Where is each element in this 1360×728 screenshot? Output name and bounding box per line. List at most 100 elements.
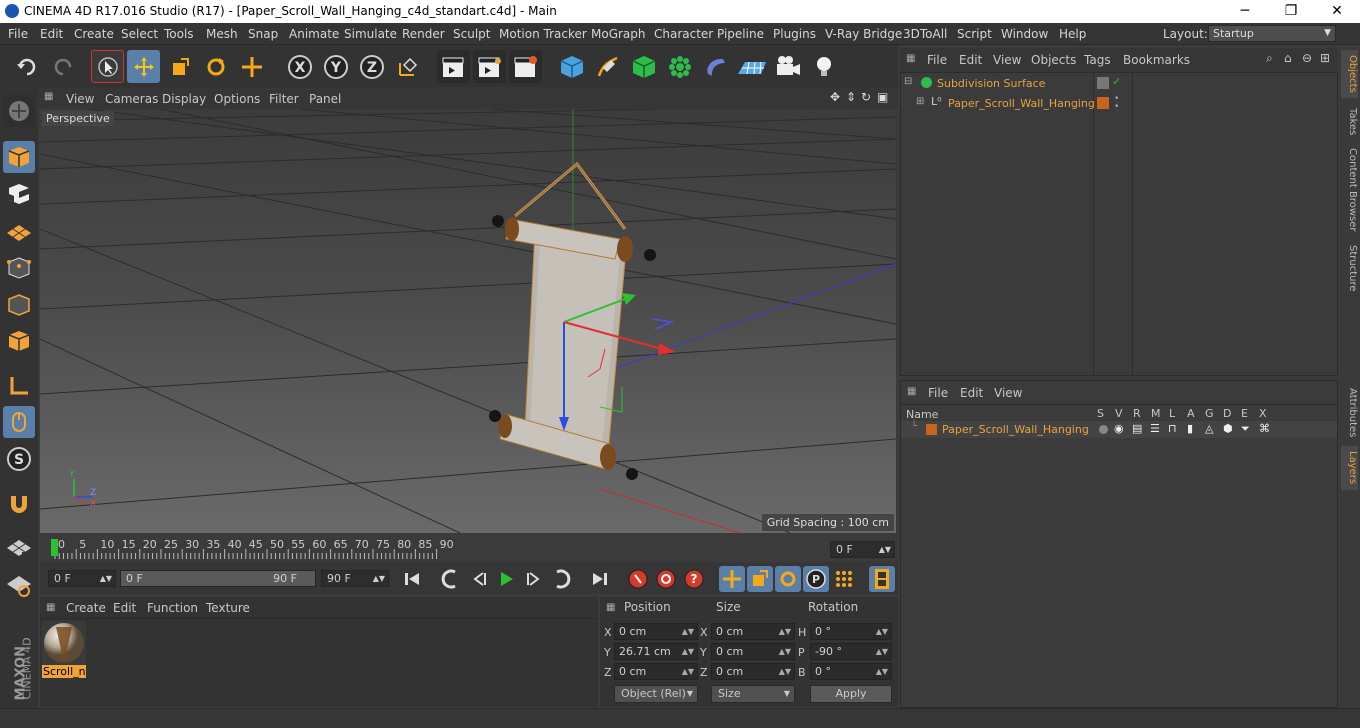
timeline-ruler[interactable]: 0 5 10 15 20 25 30 35 40 45 50 55 60 65 70 75 80 85 90 0 F… [40, 535, 896, 560]
floor-button[interactable] [735, 50, 768, 83]
render-view-button[interactable] [437, 50, 470, 83]
axis-mode-button[interactable] [3, 370, 35, 402]
rotate-tool-button[interactable] [199, 50, 232, 83]
layer-color-swatch[interactable] [926, 424, 937, 435]
record-active-objects-button[interactable] [625, 566, 651, 592]
rotation-h-field[interactable]: 0 ° ▲▼ [810, 623, 892, 640]
viewport-menu-display[interactable]: Display [162, 92, 206, 106]
solo-toggle-icon[interactable] [1099, 425, 1108, 434]
layer-name[interactable]: Paper_Scroll_Wall_Hanging [942, 423, 1089, 436]
layer-col-xref[interactable]: X [1259, 407, 1267, 420]
previous-frame-button[interactable] [466, 566, 492, 592]
size-z-field[interactable]: 0 cm ▲▼ [711, 663, 795, 680]
tab-attributes[interactable]: Attributes [1341, 384, 1358, 442]
tab-objects[interactable]: Objects [1341, 50, 1358, 98]
menu-animate[interactable]: Animate [289, 27, 339, 41]
current-frame-field[interactable]: 0 F ▲▼ [830, 541, 895, 558]
object-row-subdivision[interactable]: ⊟ Subdivision Surface ✓ [901, 74, 1338, 93]
manager-list-icon[interactable]: ☰ [1150, 422, 1160, 435]
home-icon[interactable]: ⌂ [1284, 51, 1292, 65]
layers-menu-file[interactable]: File [928, 386, 948, 400]
layer-col-locked[interactable]: L [1169, 407, 1175, 420]
menu-select[interactable]: Select [121, 27, 158, 41]
close-button[interactable]: ✕ [1314, 0, 1360, 23]
coordinate-mode-dropdown[interactable]: Object (Rel) ▼ [614, 685, 698, 703]
undo-button[interactable] [10, 50, 43, 83]
frame-range-slider[interactable]: 0 F 90 F [120, 570, 316, 587]
x-axis-lock-button[interactable]: X [283, 50, 316, 83]
menu-create[interactable]: Create [74, 27, 114, 41]
lock-icon[interactable]: ⊓ [1168, 422, 1177, 435]
rotation-p-field[interactable]: -90 ° ▲▼ [810, 643, 892, 660]
xref-icon[interactable]: ⌘ [1259, 422, 1270, 435]
next-key-button[interactable] [549, 566, 575, 592]
position-y-field[interactable]: 26.71 cm ▲▼ [614, 643, 698, 660]
cube-primitive-button[interactable] [555, 50, 588, 83]
material-menu-edit[interactable]: Edit [113, 601, 136, 615]
y-axis-lock-button[interactable]: Y [319, 50, 352, 83]
size-y-field[interactable]: 0 cm ▲▼ [711, 643, 795, 660]
menu-mograph[interactable]: MoGraph [591, 27, 646, 41]
layer-col-animation[interactable]: A [1187, 407, 1195, 420]
rotation-b-field[interactable]: 0 ° ▲▼ [810, 663, 892, 680]
menu-pipeline[interactable]: Pipeline [717, 27, 764, 41]
objects-menu-bookmarks[interactable]: Bookmarks [1123, 53, 1190, 67]
menu-mesh[interactable]: Mesh [206, 27, 238, 41]
pen-spline-button[interactable] [591, 50, 624, 83]
position-x-field[interactable]: 0 cm ▲▼ [614, 623, 698, 640]
eye-icon[interactable]: ◉ [1114, 422, 1124, 435]
polygons-mode-button[interactable] [3, 325, 35, 357]
viewport-pan-icon[interactable]: ✥ [830, 90, 840, 104]
layer-toggle-icon[interactable] [1097, 77, 1109, 89]
viewport-maximize-icon[interactable]: ▣ [877, 90, 888, 104]
coordinate-system-button[interactable] [391, 50, 424, 83]
layers-menu-edit[interactable]: Edit [960, 386, 983, 400]
tab-content-browser[interactable]: Content Browser [1341, 146, 1358, 234]
enabled-check-icon[interactable]: ✓ [1112, 75, 1121, 88]
position-z-field[interactable]: 0 cm ▲▼ [614, 663, 698, 680]
start-frame-field[interactable]: 0 F ▲▼ [48, 570, 116, 587]
layer-col-manager[interactable]: M [1151, 407, 1161, 420]
subdivision-surface-button[interactable] [627, 50, 660, 83]
apply-button[interactable]: Apply [810, 685, 892, 703]
object-name-scroll[interactable]: Paper_Scroll_Wall_Hanging [948, 97, 1095, 110]
viewport-menu-cameras[interactable]: Cameras [105, 92, 158, 106]
viewport-menu-view[interactable]: View [66, 92, 94, 106]
tab-structure[interactable]: Structure [1341, 240, 1358, 296]
end-frame-field[interactable]: 90 F ▲▼ [321, 570, 389, 587]
objects-menu-view[interactable]: View [993, 53, 1021, 67]
collapse-icon[interactable]: ⊟ [904, 76, 912, 87]
layer-col-solo[interactable]: S [1097, 407, 1104, 420]
viewport-menu-filter[interactable]: Filter [269, 92, 299, 106]
layer-col-generators[interactable]: G [1205, 407, 1214, 420]
redo-button[interactable] [46, 50, 79, 83]
search-icon[interactable]: ⌕ [1266, 51, 1273, 66]
menu-window[interactable]: Window [1001, 27, 1048, 41]
edges-mode-button[interactable] [3, 289, 35, 321]
grid-lock-button[interactable] [3, 533, 35, 565]
tweak-mode-button[interactable] [3, 406, 35, 438]
layer-col-view[interactable]: V [1115, 407, 1123, 420]
snap-button[interactable]: S [3, 443, 35, 475]
material-menu-function[interactable]: Function [147, 601, 198, 615]
make-editable-button[interactable] [3, 95, 35, 127]
viewport-menu-options[interactable]: Options [214, 92, 260, 106]
visibility-dots-icon[interactable]: • • [1114, 95, 1119, 112]
minimize-button[interactable]: ─ [1222, 0, 1268, 23]
workplane-mode-button[interactable] [3, 215, 35, 247]
keyframe-selection-button[interactable]: ? [681, 566, 707, 592]
render-settings-button[interactable] [509, 50, 542, 83]
deformer-icon[interactable]: ⬢ [1223, 422, 1233, 435]
layers-menu-view[interactable]: View [994, 386, 1022, 400]
objects-menu-file[interactable]: File [927, 53, 947, 67]
maximize-button[interactable]: ❐ [1268, 0, 1314, 23]
menu-character[interactable]: Character [654, 27, 713, 41]
magnet-button[interactable] [3, 488, 35, 520]
menu-vray-bridge[interactable]: V-Ray Bridge [825, 27, 902, 41]
perspective-viewport[interactable]: Y Z X Perspective Grid Spacing : 100 cm [40, 109, 896, 533]
material-scroll-n[interactable]: Scroll_n [42, 621, 86, 678]
next-frame-button[interactable] [521, 566, 547, 592]
layer-row[interactable]: └ Paper_Scroll_Wall_Hanging ◉ ▤ ☰ ⊓ ▮ ◬ … [901, 421, 1337, 438]
camera-button[interactable] [771, 50, 804, 83]
viewport-menu-panel[interactable]: Panel [309, 92, 341, 106]
